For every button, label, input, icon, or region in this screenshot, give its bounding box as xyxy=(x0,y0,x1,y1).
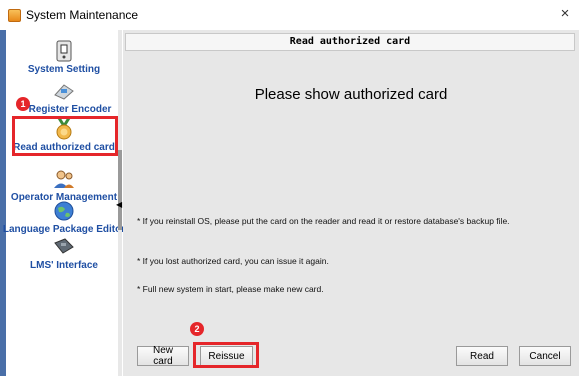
sidebar-item-label: LMS' Interface xyxy=(30,260,98,271)
hint-new-system: * Full new system in start, please make … xyxy=(137,284,324,294)
panel-header: Read authorized card xyxy=(125,33,575,51)
settings-panel-icon xyxy=(52,40,76,62)
sidebar-item-system-setting[interactable]: System Setting xyxy=(10,40,118,75)
highlight-read-authorized-card xyxy=(12,116,118,156)
sidebar-scrollbar-thumb[interactable] xyxy=(118,150,122,230)
app-icon xyxy=(8,8,21,22)
highlight-reissue xyxy=(193,342,259,368)
operator-icon xyxy=(52,168,76,190)
interface-icon xyxy=(52,236,76,258)
step-marker-2: 2 xyxy=(190,322,204,336)
hint-lost-card: * If you lost authorized card, you can i… xyxy=(137,256,329,266)
close-icon[interactable]: × xyxy=(557,5,573,23)
read-button[interactable]: Read xyxy=(456,346,508,366)
cancel-button[interactable]: Cancel xyxy=(519,346,571,366)
scroll-arrow-icon[interactable]: ◀ xyxy=(116,200,122,209)
title-bar: System Maintenance × xyxy=(0,0,579,30)
sidebar-item-language-package-editor[interactable]: Language Package Editor xyxy=(3,200,125,235)
card-prompt: Please show authorized card xyxy=(254,86,448,103)
sidebar-item-operator-management[interactable]: Operator Management xyxy=(10,168,118,203)
background-edge xyxy=(0,30,6,376)
window-title-group: System Maintenance xyxy=(8,6,138,24)
new-card-button[interactable]: New card xyxy=(137,345,189,367)
encoder-icon xyxy=(52,80,76,102)
sidebar-item-label: Language Package Editor xyxy=(2,224,126,235)
sidebar: System Setting Register Encoder Read aut… xyxy=(3,30,125,376)
sidebar-item-label: Register Encoder xyxy=(28,104,112,115)
hint-reinstall: * If you reinstall OS, please put the ca… xyxy=(137,216,510,226)
step-marker-1: 1 xyxy=(16,97,30,111)
globe-icon xyxy=(52,200,76,222)
sidebar-item-lms-interface[interactable]: LMS' Interface xyxy=(10,236,118,271)
window-title: System Maintenance xyxy=(26,8,139,22)
sidebar-item-label: System Setting xyxy=(27,64,101,75)
